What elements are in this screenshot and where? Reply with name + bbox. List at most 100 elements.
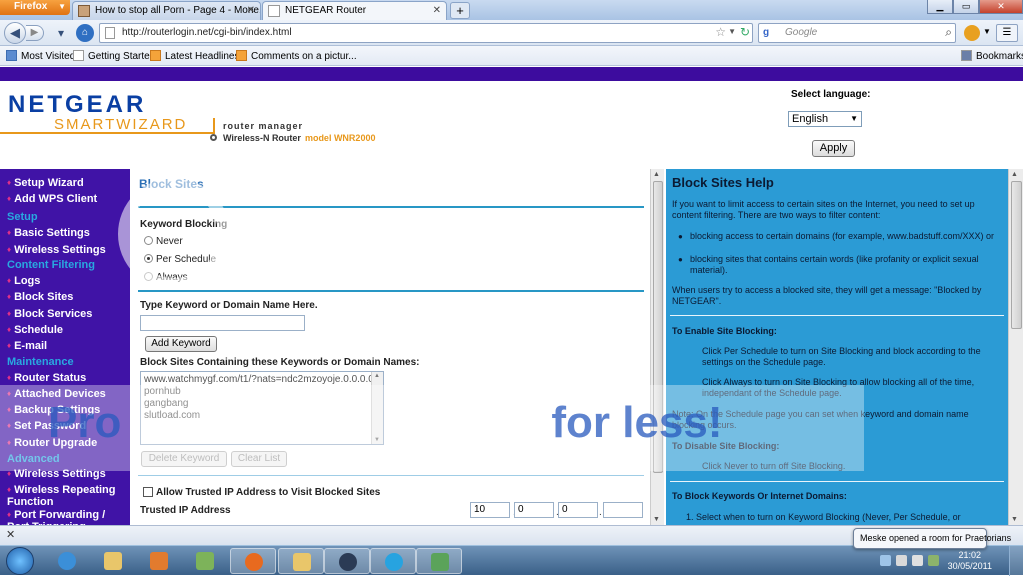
- help-bullet: blocking sites that contains certain wor…: [678, 254, 1002, 276]
- firefox-menu-button[interactable]: Firefox ▼: [0, 0, 70, 15]
- sidebar-item-router-status[interactable]: ♦ Router Status: [7, 372, 86, 384]
- skype-taskbar-icon[interactable]: [370, 548, 416, 574]
- language-label: Select language:: [791, 89, 871, 100]
- internet-explorer-icon[interactable]: [44, 548, 90, 574]
- chevron-down-icon: ▼: [58, 2, 66, 11]
- explorer-icon[interactable]: [90, 548, 136, 574]
- media-player-icon[interactable]: [136, 548, 182, 574]
- bookmark-label: Latest Headlines: [165, 51, 240, 62]
- scrollbar-thumb[interactable]: [1011, 181, 1022, 329]
- language-value: English: [792, 113, 829, 125]
- sidebar-section-content-filtering: Content Filtering: [7, 259, 95, 271]
- watermark-slogan: Pro for less!: [48, 398, 723, 448]
- forward-button[interactable]: ▶: [26, 25, 44, 41]
- notification-toast[interactable]: Meske opened a room for Praetorians: [853, 528, 1011, 549]
- scroll-down-icon[interactable]: ▼: [653, 516, 660, 523]
- chat-taskbar-icon[interactable]: [416, 548, 462, 574]
- folder-taskbar-icon[interactable]: [278, 548, 324, 574]
- firefox-taskbar-icon[interactable]: [230, 548, 276, 574]
- url-bar[interactable]: http://routerlogin.net/cgi-bin/index.htm…: [99, 23, 753, 43]
- tab-title: How to stop all Porn - Page 4 - Mone...: [95, 5, 261, 16]
- history-dropdown-icon[interactable]: ▾: [52, 24, 70, 42]
- sidebar-item-add-wps-client[interactable]: ♦ Add WPS Client: [7, 193, 97, 205]
- trusted-ip-octet-1[interactable]: 10: [470, 502, 510, 518]
- window-titlebar: Firefox ▼ How to stop all Porn - Page 4 …: [0, 0, 1023, 20]
- close-tab-icon[interactable]: ✕: [247, 2, 255, 19]
- back-button[interactable]: ◀: [4, 22, 26, 44]
- bookmark-star-icon[interactable]: ☆: [715, 25, 726, 39]
- home-icon[interactable]: ⌂: [76, 24, 94, 42]
- bookmark-most-visited[interactable]: Most Visited: [6, 50, 75, 62]
- bookmark-comments[interactable]: Comments on a pictur...: [236, 50, 357, 62]
- tab-forum[interactable]: How to stop all Porn - Page 4 - Mone... …: [72, 1, 261, 20]
- sidebar-item-e-mail[interactable]: ♦ E-mail: [7, 340, 47, 352]
- tab-netgear-router[interactable]: NETGEAR Router ✕: [262, 1, 447, 20]
- windows-taskbar: 21:02 30/05/2011: [0, 545, 1023, 576]
- bullet-icon: ♦: [7, 292, 12, 301]
- new-tab-button[interactable]: +: [450, 2, 470, 19]
- show-desktop-button[interactable]: [1009, 546, 1023, 576]
- sidebar-item-logs[interactable]: ♦ Logs: [7, 275, 40, 287]
- skype-icon: [385, 553, 403, 571]
- apply-button[interactable]: Apply: [812, 140, 855, 157]
- scroll-up-icon[interactable]: ▲: [1011, 171, 1018, 178]
- keyword-input[interactable]: [140, 315, 305, 331]
- help-heading: To Block Keywords Or Internet Domains:: [672, 491, 847, 501]
- header-band: [0, 67, 1023, 81]
- rss-icon: [150, 50, 161, 61]
- close-icon[interactable]: ✕: [6, 528, 15, 541]
- allow-trusted-checkbox[interactable]: [143, 487, 153, 497]
- reload-icon[interactable]: ↻: [740, 25, 750, 39]
- sidebar-item-wireless-repeating-function[interactable]: ♦ Wireless Repeating Function: [7, 484, 125, 508]
- tray-arrow-icon[interactable]: [880, 555, 891, 566]
- trusted-ip-octet-4[interactable]: [603, 502, 643, 518]
- bullet-icon: ♦: [7, 341, 12, 350]
- close-tab-icon[interactable]: ✕: [433, 2, 441, 19]
- sidebar-item-label: Port Forwarding / Port Triggering: [7, 509, 106, 525]
- search-icon[interactable]: ⌕: [945, 25, 952, 40]
- scroll-down-icon[interactable]: ▼: [1011, 516, 1018, 523]
- sidebar-item-basic-settings[interactable]: ♦ Basic Settings: [7, 227, 90, 239]
- sidebar-item-port-forwarding-port-triggering[interactable]: ♦Port Forwarding / Port Triggering: [7, 509, 125, 525]
- main-scrollbar[interactable]: ▲ ▼: [650, 169, 664, 525]
- start-button[interactable]: [6, 547, 34, 575]
- language-select[interactable]: English ▼: [788, 111, 862, 127]
- trusted-ip-octet-3[interactable]: 0: [558, 502, 598, 518]
- clock[interactable]: 21:02 30/05/2011: [948, 550, 992, 572]
- help-scrollbar[interactable]: ▲ ▼: [1008, 169, 1023, 525]
- bookmark-latest-headlines[interactable]: Latest Headlines: [150, 50, 240, 62]
- scroll-up-icon[interactable]: ▲: [653, 171, 660, 178]
- help-panel: Block Sites Help If you want to limit ac…: [666, 169, 1008, 525]
- add-keyword-button[interactable]: Add Keyword: [145, 336, 217, 352]
- maximize-button[interactable]: ▭: [953, 0, 979, 14]
- paint-icon[interactable]: [182, 548, 228, 574]
- bullet-icon: ♦: [7, 510, 12, 519]
- sidebar-item-label: Block Sites: [14, 291, 74, 303]
- sidebar-item-wireless-settings[interactable]: ♦ Wireless Settings: [7, 244, 106, 256]
- bookmark-getting-started[interactable]: Getting Started: [73, 50, 155, 62]
- close-window-button[interactable]: ✕: [979, 0, 1023, 14]
- bookmark-label: Comments on a pictur...: [251, 51, 357, 62]
- sidebar-item-setup-wizard[interactable]: ♦ Setup Wizard: [7, 177, 84, 189]
- addon-icon[interactable]: [964, 25, 980, 41]
- scroll-up-icon[interactable]: ▲: [374, 373, 380, 379]
- sidebar-item-schedule[interactable]: ♦ Schedule: [7, 324, 63, 336]
- list-item[interactable]: www.watchmygf.com/t1/?nats=ndc2mzoyoje.0…: [144, 374, 374, 385]
- minimize-button[interactable]: ▁: [927, 0, 953, 14]
- sidebar-item-block-services[interactable]: ♦ Block Services: [7, 308, 92, 320]
- search-input[interactable]: g Google ⌕: [758, 23, 956, 43]
- tray-app-icon[interactable]: [928, 555, 939, 566]
- volume-icon[interactable]: [912, 555, 923, 566]
- chevron-down-icon[interactable]: ▼: [983, 27, 991, 36]
- sidebar-item-block-sites[interactable]: ♦ Block Sites: [7, 291, 73, 303]
- url-dropdown-icon[interactable]: ▼: [728, 27, 736, 36]
- network-icon[interactable]: [896, 555, 907, 566]
- steam-taskbar-icon[interactable]: [324, 548, 370, 574]
- chat-icon: [431, 553, 449, 571]
- watermark-right: for less!: [551, 398, 723, 447]
- google-icon[interactable]: g: [763, 27, 775, 39]
- trusted-ip-octet-2[interactable]: 0: [514, 502, 554, 518]
- bookmarks-menu[interactable]: Bookmarks: [961, 50, 1023, 62]
- bookmark-label: Getting Started: [88, 51, 156, 62]
- menu-icon[interactable]: ☰: [996, 24, 1018, 42]
